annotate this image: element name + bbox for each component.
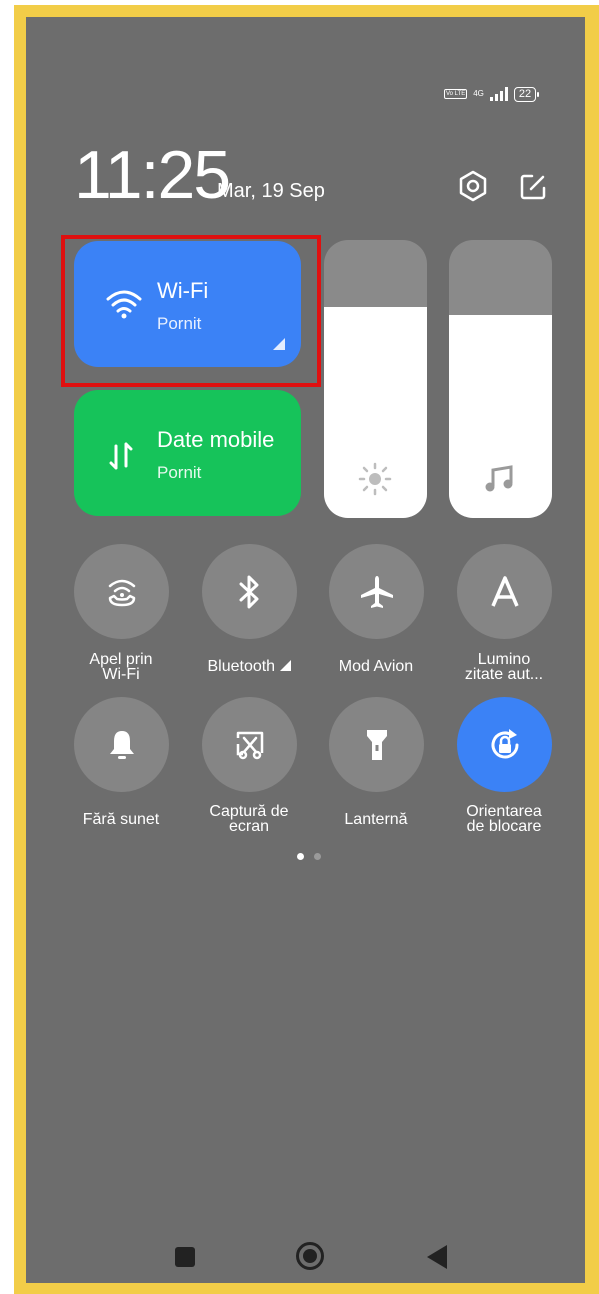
wifi-calling-label-line1: Apel prin <box>89 651 153 668</box>
page-dot[interactable] <box>314 853 321 860</box>
auto-brightness-button[interactable] <box>457 544 552 639</box>
mobile-data-status: Pornit <box>157 463 202 482</box>
screenshot-icon <box>236 731 263 759</box>
settings-icon[interactable] <box>457 170 489 202</box>
bluetooth-button[interactable] <box>202 544 297 639</box>
clock: 11:25 <box>74 137 231 213</box>
signal-icon <box>489 87 508 101</box>
brightness-slider[interactable] <box>324 240 427 518</box>
flashlight-button[interactable] <box>329 697 424 792</box>
screenshot-label: Captură de ecran <box>189 803 309 835</box>
rotation-lock-label-line1: Orientarea <box>466 803 542 820</box>
mobile-data-icon <box>109 442 133 470</box>
network-type: 4G <box>473 89 484 98</box>
rotation-lock-icon <box>491 728 518 758</box>
navigation-bar <box>0 1230 599 1280</box>
screenshot-button[interactable] <box>202 697 297 792</box>
recents-button[interactable] <box>174 1246 196 1268</box>
bluetooth-label: Bluetooth <box>189 658 309 675</box>
screenshot-label-line2: ecran <box>228 818 270 835</box>
airplane-mode-button[interactable] <box>329 544 424 639</box>
airplane-mode-label: Mod Avion <box>338 658 414 675</box>
screenshot-label-line1: Captură de <box>209 803 289 820</box>
wifi-calling-label-line2: Wi-Fi <box>102 666 140 683</box>
wifi-call-icon <box>108 579 135 606</box>
page-indicator <box>297 853 321 860</box>
highlight-box <box>61 235 321 387</box>
rotation-lock-label-line2: de blocare <box>466 818 542 835</box>
date: Mar, 19 Sep <box>217 180 325 202</box>
silent-mode-label: Fără sunet <box>82 811 160 828</box>
auto-brightness-icon <box>490 575 519 607</box>
rotation-lock-label: Orientarea de blocare <box>444 803 564 835</box>
volume-slider[interactable] <box>449 240 552 518</box>
silent-mode-button[interactable] <box>74 697 169 792</box>
home-button[interactable] <box>295 1241 325 1271</box>
rotation-lock-button[interactable] <box>457 697 552 792</box>
auto-brightness-label-line1: Lumino <box>477 651 531 668</box>
page-dot-active[interactable] <box>297 853 304 860</box>
brightness-icon <box>358 462 392 496</box>
battery-level: 22 <box>513 86 537 102</box>
back-button[interactable] <box>426 1244 448 1270</box>
wifi-calling-label: Apel prin Wi-Fi <box>61 651 181 683</box>
music-note-icon <box>485 465 513 492</box>
bluetooth-icon <box>239 575 258 608</box>
airplane-icon <box>360 575 393 608</box>
bluetooth-label-text: Bluetooth <box>207 658 276 675</box>
volte-icon: Vo LTE <box>444 89 468 99</box>
battery-icon: 22 <box>513 86 540 102</box>
expand-corner-icon[interactable] <box>279 660 291 671</box>
auto-brightness-label: Lumino zitate aut... <box>444 651 564 683</box>
mobile-data-title: Date mobile <box>157 427 275 452</box>
mobile-data-tile[interactable]: Date mobile Pornit <box>74 390 301 516</box>
bell-icon <box>109 730 134 759</box>
status-bar: Vo LTE 4G 22 <box>444 85 540 103</box>
edit-icon[interactable] <box>518 172 548 202</box>
flashlight-label: Lanternă <box>344 811 408 828</box>
auto-brightness-label-line2: zitate aut... <box>464 666 544 683</box>
flashlight-icon <box>366 729 387 760</box>
wifi-calling-button[interactable] <box>74 544 169 639</box>
